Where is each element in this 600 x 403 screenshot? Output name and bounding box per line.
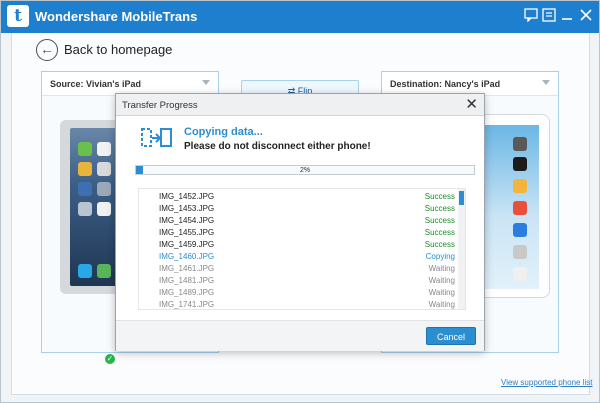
- file-name: IMG_1459.JPG: [159, 240, 215, 249]
- app-icon: [97, 202, 111, 216]
- dock-icon: [78, 264, 92, 278]
- disconnect-warning: Please do not disconnect either phone!: [184, 141, 371, 152]
- app-icon: [513, 137, 527, 151]
- transfer-icon: [141, 128, 172, 147]
- back-arrow-icon[interactable]: ←: [36, 39, 58, 61]
- file-name: IMG_1454.JPG: [159, 216, 215, 225]
- list-item: IMG_1452.JPG Success: [139, 191, 459, 203]
- file-name: IMG_1455.JPG: [159, 228, 215, 237]
- back-to-homepage-link[interactable]: Back to homepage: [64, 42, 172, 57]
- list-item: IMG_1481.JPG Waiting: [139, 275, 459, 287]
- list-item: IMG_1453.JPG Success: [139, 203, 459, 215]
- app-icon: [513, 179, 527, 193]
- dock-icon: [97, 264, 111, 278]
- dialog-footer: Cancel: [116, 320, 484, 351]
- app-logo-icon: t: [7, 5, 29, 27]
- app-icon: [78, 202, 92, 216]
- calendar-icon: [97, 142, 111, 156]
- menu-icon[interactable]: [541, 8, 557, 24]
- app-icon: [78, 162, 92, 176]
- file-status: Waiting: [428, 276, 455, 285]
- file-status: Waiting: [428, 264, 455, 273]
- file-name: IMG_1741.JPG: [159, 300, 215, 309]
- dialog-title-bar: Transfer Progress ✕: [116, 94, 484, 116]
- app-icon: [513, 201, 527, 215]
- app-window: t Wondershare MobileTrans ← Back to home…: [0, 0, 600, 403]
- close-icon[interactable]: ✕: [465, 96, 478, 113]
- list-item: IMG_1461.JPG Waiting: [139, 263, 459, 275]
- file-status: Success: [424, 228, 455, 237]
- app-icon: [97, 182, 111, 196]
- chevron-down-icon[interactable]: [542, 80, 550, 85]
- file-name: IMG_1481.JPG: [159, 276, 215, 285]
- file-name: IMG_1489.JPG: [159, 288, 215, 297]
- file-status: Success: [424, 192, 455, 201]
- music-icon: [513, 267, 527, 281]
- feedback-icon[interactable]: [523, 8, 539, 24]
- app-icon: [78, 142, 92, 156]
- app-icon: [513, 245, 527, 259]
- scroll-thumb[interactable]: [459, 191, 464, 205]
- list-item: IMG_1459.JPG Success: [139, 239, 459, 251]
- file-name: IMG_1460.JPG: [159, 252, 215, 261]
- transfer-progress-dialog: Transfer Progress ✕ Copying data... Plea…: [115, 93, 485, 351]
- view-supported-phone-list-link[interactable]: View supported phone list: [501, 378, 592, 387]
- file-status: Success: [424, 240, 455, 249]
- app-title: Wondershare MobileTrans: [35, 9, 198, 24]
- close-icon[interactable]: [578, 8, 594, 24]
- file-status: Waiting: [428, 300, 455, 309]
- list-item: IMG_1460.JPG Copying: [139, 251, 459, 263]
- list-item: IMG_1489.JPG Waiting: [139, 287, 459, 299]
- file-status: Success: [424, 216, 455, 225]
- title-bar: t Wondershare MobileTrans: [1, 1, 599, 33]
- file-status: Waiting: [428, 288, 455, 297]
- app-icon: [78, 182, 92, 196]
- list-item: IMG_1741.JPG Waiting: [139, 299, 459, 309]
- file-name: IMG_1461.JPG: [159, 264, 215, 273]
- app-icon: [513, 223, 527, 237]
- cancel-button[interactable]: Cancel: [426, 327, 476, 345]
- list-item: IMG_1454.JPG Success: [139, 215, 459, 227]
- chevron-down-icon[interactable]: [202, 80, 210, 85]
- file-name: IMG_1452.JPG: [159, 192, 215, 201]
- progress-bar: 2%: [135, 165, 475, 175]
- app-icon: [97, 162, 111, 176]
- list-item: IMG_1455.JPG Success: [139, 227, 459, 239]
- progress-text: 2%: [299, 167, 311, 174]
- file-status: Success: [424, 204, 455, 213]
- file-name: IMG_1453.JPG: [159, 204, 215, 213]
- scrollbar[interactable]: [458, 189, 465, 309]
- file-status: Copying: [425, 252, 455, 261]
- dialog-title: Transfer Progress: [122, 100, 198, 111]
- file-list: IMG_1452.JPG Success IMG_1453.JPG Success IM…: [138, 188, 466, 310]
- app-icon: [513, 157, 527, 171]
- copying-status: Copying data...: [184, 126, 263, 138]
- minimize-icon[interactable]: [559, 8, 575, 24]
- checkmark-icon: ✓: [105, 354, 115, 364]
